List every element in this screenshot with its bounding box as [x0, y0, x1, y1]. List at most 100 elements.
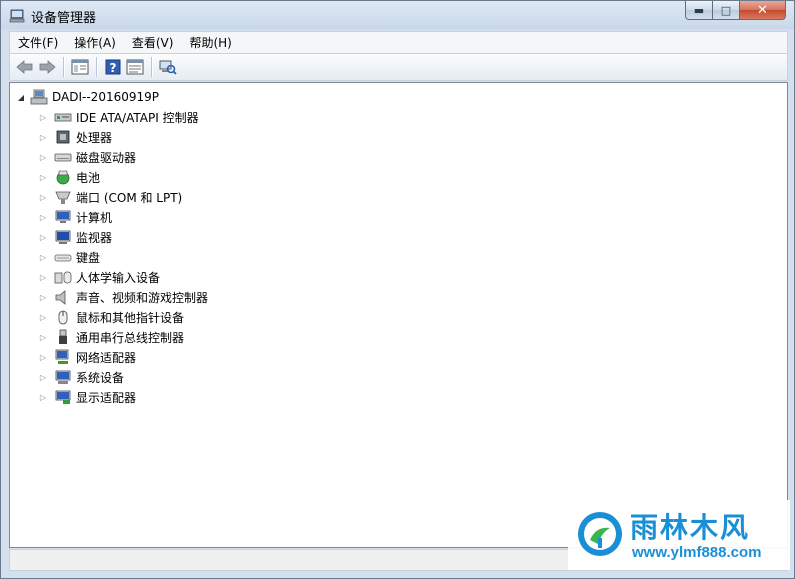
monitor-icon	[55, 230, 71, 244]
device-tree[interactable]: ◢ DADI--20160919P ▷ IDE ATA/ATAPI 控制器 ▷ 处理器…	[9, 82, 788, 548]
tree-node[interactable]: ▷ 网络适配器	[38, 347, 208, 367]
watermark-url: www.ylmf888.com	[632, 544, 762, 561]
device-manager-icon	[9, 9, 25, 23]
scan-hardware-icon	[159, 60, 177, 75]
tree-node[interactable]: ▷ 人体学输入设备	[38, 267, 208, 287]
view-button[interactable]	[124, 56, 146, 78]
tree-node-label: 网络适配器	[76, 350, 137, 365]
help-icon: ?	[105, 59, 121, 75]
ide-controller-icon	[54, 113, 72, 122]
toolbar: ?	[9, 53, 788, 81]
tree-node-label: 系统设备	[76, 370, 125, 385]
show-hide-tree-button[interactable]	[69, 56, 91, 78]
expand-arrow-icon[interactable]: ▷	[38, 173, 48, 182]
expand-arrow-icon[interactable]: ▷	[38, 153, 48, 162]
expand-arrow-icon[interactable]: ▷	[38, 233, 48, 242]
tree-node[interactable]: ▷ 鼠标和其他指针设备	[38, 307, 208, 327]
expand-arrow-icon[interactable]: ▷	[38, 393, 48, 402]
view-icon	[126, 59, 144, 75]
tree-node-label: 人体学输入设备	[76, 270, 161, 285]
tree-node[interactable]: ▷ 显示适配器	[38, 387, 208, 407]
computer-icon	[55, 210, 71, 223]
tree-node-label: 通用串行总线控制器	[76, 330, 185, 345]
expand-arrow-icon[interactable]: ▷	[38, 373, 48, 382]
expand-arrow-icon[interactable]: ▷	[38, 333, 48, 342]
properties-icon	[71, 59, 89, 75]
back-icon	[16, 60, 33, 74]
tree-node[interactable]: ▷ 声音、视频和游戏控制器	[38, 287, 208, 307]
expand-arrow-icon[interactable]: ▷	[38, 113, 48, 122]
tree-node[interactable]: ▷ 磁盘驱动器	[38, 147, 208, 167]
tree-node[interactable]: ▷ 通用串行总线控制器	[38, 327, 208, 347]
tree-node-label: 键盘	[76, 250, 101, 265]
expand-arrow-icon[interactable]: ▷	[38, 193, 48, 202]
minimize-button[interactable]: ▬	[685, 1, 713, 20]
tree-node-label: 磁盘驱动器	[76, 150, 137, 165]
tree-node-label: 处理器	[76, 130, 113, 145]
device-category-list: ▷ IDE ATA/ATAPI 控制器 ▷ 处理器 ▷ 磁盘驱动器 ▷ 电池 ▷ 端口 (COM …	[38, 107, 208, 407]
maximize-button[interactable]: □	[713, 1, 740, 20]
back-button[interactable]	[14, 56, 36, 78]
tree-node-label: 声音、视频和游戏控制器	[76, 290, 209, 305]
expand-arrow-icon[interactable]: ▷	[38, 293, 48, 302]
tree-node[interactable]: ▷ IDE ATA/ATAPI 控制器	[38, 107, 208, 127]
watermark-title: 雨林木风	[630, 511, 751, 544]
expand-arrow-icon[interactable]: ▷	[38, 133, 48, 142]
toolbar-separator	[63, 57, 64, 77]
title-bar[interactable]: 设备管理器 ▬ □ ✕	[1, 1, 794, 29]
menu-help[interactable]: 帮助(H)	[189, 34, 231, 51]
usb-icon	[59, 329, 67, 344]
disk-drive-icon	[54, 153, 72, 162]
port-icon	[55, 191, 71, 204]
tree-node-label: 监视器	[76, 230, 113, 245]
expand-arrow-icon[interactable]: ▷	[38, 273, 48, 282]
tree-node[interactable]: ▷ 端口 (COM 和 LPT)	[38, 187, 208, 207]
tree-node[interactable]: ▷ 监视器	[38, 227, 208, 247]
expand-arrow-icon[interactable]: ▷	[38, 213, 48, 222]
battery-icon	[56, 170, 70, 185]
tree-node[interactable]: ▷ 系统设备	[38, 367, 208, 387]
help-button[interactable]: ?	[102, 56, 124, 78]
mouse-icon	[58, 310, 68, 325]
forward-icon	[39, 60, 56, 74]
tree-node[interactable]: ▷ 电池	[38, 167, 208, 187]
keyboard-icon	[54, 254, 72, 262]
tree-node-label: 显示适配器	[76, 390, 137, 405]
tree-node[interactable]: ▷ 键盘	[38, 247, 208, 267]
tree-node-label: IDE ATA/ATAPI 控制器	[76, 110, 199, 125]
ylmf-logo-icon	[578, 512, 622, 556]
menu-bar: 文件(F) 操作(A) 查看(V) 帮助(H)	[9, 31, 788, 53]
computer-icon	[30, 89, 48, 105]
device-manager-window: 设备管理器 ▬ □ ✕ 文件(F) 操作(A) 查看(V) 帮助(H) ? ◢ …	[0, 0, 795, 579]
expand-arrow-icon[interactable]: ▷	[38, 353, 48, 362]
tree-node-label: 鼠标和其他指针设备	[76, 310, 185, 325]
system-device-icon	[55, 370, 71, 384]
window-controls: ▬ □ ✕	[685, 1, 786, 21]
tree-node-label: 端口 (COM 和 LPT)	[76, 190, 183, 205]
display-adapter-icon	[55, 390, 71, 404]
hid-icon	[54, 271, 72, 284]
tree-root[interactable]: ◢ DADI--20160919P	[16, 87, 159, 107]
tree-node-label: 电池	[76, 170, 101, 185]
menu-view[interactable]: 查看(V)	[132, 34, 174, 51]
tree-node-label: 计算机	[76, 210, 113, 225]
tree-node[interactable]: ▷ 计算机	[38, 207, 208, 227]
sound-icon	[55, 290, 66, 305]
window-title: 设备管理器	[31, 11, 97, 26]
collapse-arrow-icon[interactable]: ◢	[16, 92, 26, 102]
close-button[interactable]: ✕	[740, 1, 786, 20]
watermark: 雨林木风 www.ylmf888.com	[568, 500, 790, 570]
forward-button[interactable]	[36, 56, 58, 78]
expand-arrow-icon[interactable]: ▷	[38, 313, 48, 322]
scan-hardware-button[interactable]	[157, 56, 179, 78]
expand-arrow-icon[interactable]: ▷	[38, 253, 48, 262]
toolbar-separator	[151, 57, 152, 77]
menu-file[interactable]: 文件(F)	[18, 34, 58, 51]
processor-icon	[56, 130, 70, 144]
svg-text:?: ?	[110, 61, 117, 75]
menu-action[interactable]: 操作(A)	[74, 34, 116, 51]
network-adapter-icon	[55, 349, 69, 364]
computer-name: DADI--20160919P	[52, 90, 159, 104]
tree-node[interactable]: ▷ 处理器	[38, 127, 208, 147]
toolbar-separator	[96, 57, 97, 77]
